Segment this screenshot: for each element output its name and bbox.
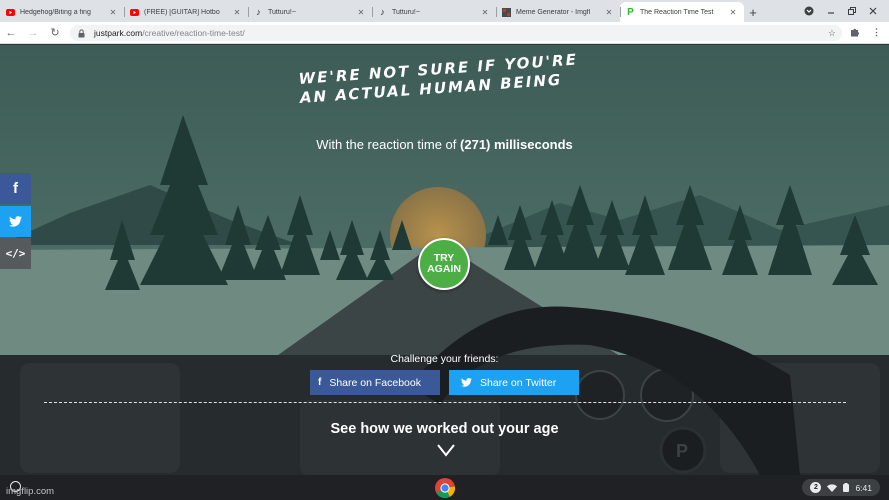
facebook-icon: f — [13, 180, 18, 197]
tab-hedgehog[interactable]: Hedgehog/Biting a fing ✕ — [0, 2, 124, 22]
embed-code-icon: </> — [5, 247, 26, 260]
side-embed-button[interactable]: </> — [0, 238, 31, 269]
tab-search-icon[interactable] — [804, 6, 814, 16]
side-facebook-button[interactable]: f — [0, 173, 31, 204]
status-tray[interactable]: 2 6:41 — [802, 479, 880, 496]
tab-meme-generator[interactable]: Meme Generator - Imgfl ✕ — [496, 2, 620, 22]
challenge-label: Challenge your friends: — [390, 353, 499, 365]
window-controls — [804, 0, 889, 22]
facebook-icon: f — [318, 377, 322, 388]
try-again-button[interactable]: TRY AGAIN — [418, 238, 470, 290]
twitter-icon — [9, 216, 22, 227]
tab-reaction-time-test[interactable]: P The Reaction Time Test ✕ — [620, 2, 744, 22]
new-tab-button[interactable]: + — [744, 2, 762, 22]
close-tab-icon[interactable]: ✕ — [232, 8, 242, 17]
menu-kebab-icon[interactable]: ⋮ — [872, 27, 881, 39]
minimize-icon[interactable] — [827, 7, 835, 15]
youtube-icon — [130, 8, 139, 17]
tab-tutturu-1[interactable]: ♪ Tutturu!~ ✕ — [248, 2, 372, 22]
tab-title: Tutturu!~ — [392, 8, 420, 16]
os-shelf: imgflip.com 2 6:41 — [0, 475, 889, 500]
chevron-down-icon[interactable] — [436, 443, 456, 457]
tab-title: The Reaction Time Test — [640, 8, 714, 16]
side-twitter-button[interactable] — [0, 206, 31, 237]
share-facebook-label: Share on Facebook — [329, 376, 421, 389]
try-again-line-2: AGAIN — [427, 263, 461, 275]
imgflip-watermark: imgflip.com — [6, 486, 55, 497]
close-tab-icon[interactable]: ✕ — [604, 8, 614, 17]
forward-arrow-icon[interactable]: → — [22, 22, 44, 44]
notification-count-badge: 2 — [810, 482, 822, 493]
lock-icon[interactable] — [78, 28, 88, 38]
reaction-time-text: With the reaction time of (271) millisec… — [0, 137, 889, 152]
chrome-icon[interactable] — [434, 477, 456, 499]
close-tab-icon[interactable]: ✕ — [356, 8, 366, 17]
tab-title: Hedgehog/Biting a fing — [20, 8, 91, 16]
tab-title: Meme Generator - Imgfl — [516, 8, 591, 16]
tab-title: (FREE) [GUITAR] Hotbo — [144, 8, 220, 16]
battery-icon — [843, 483, 850, 492]
svg-text:P: P — [676, 441, 688, 461]
url-host: justpark.com — [94, 28, 143, 38]
url-path: /creative/reaction-time-test/ — [142, 28, 245, 38]
youtube-icon — [6, 8, 15, 17]
restore-icon[interactable] — [848, 7, 856, 15]
twitter-icon — [461, 378, 472, 387]
tab-tutturu-2[interactable]: ♪ Tutturu!~ ✕ — [372, 2, 496, 22]
justpark-icon: P — [627, 6, 634, 18]
reload-icon[interactable]: ↻ — [44, 22, 66, 44]
close-tab-icon[interactable]: ✕ — [480, 8, 490, 17]
clock-time: 6:41 — [855, 482, 872, 493]
extensions-puzzle-icon[interactable] — [850, 27, 860, 39]
share-facebook-button[interactable]: f Share on Facebook — [310, 370, 440, 395]
share-twitter-label: Share on Twitter — [480, 376, 557, 389]
share-twitter-button[interactable]: Share on Twitter — [449, 370, 579, 395]
reaction-time-prefix: With the reaction time of — [316, 137, 457, 152]
tab-guitar[interactable]: (FREE) [GUITAR] Hotbo ✕ — [124, 2, 248, 22]
back-arrow-icon[interactable]: ← — [0, 22, 22, 44]
tab-title: Tutturu!~ — [268, 8, 296, 16]
toolbar-actions: ⋮ — [850, 27, 881, 39]
close-tab-icon[interactable]: ✕ — [728, 8, 738, 17]
wifi-icon — [827, 483, 838, 492]
browser-toolbar: ← → ↻ justpark.com/creative/reaction-tim… — [0, 22, 889, 44]
tab-strip: Hedgehog/Biting a fing ✕ (FREE) [GUITAR]… — [0, 0, 889, 22]
music-note-icon: ♪ — [380, 7, 385, 17]
address-bar[interactable]: justpark.com/creative/reaction-time-test… — [70, 25, 842, 41]
bookmark-star-icon[interactable]: ☆ — [828, 28, 836, 39]
dashed-divider — [44, 402, 846, 403]
close-window-icon[interactable] — [869, 7, 877, 15]
reaction-time-value: (271) milliseconds — [460, 137, 573, 152]
imgflip-icon — [502, 7, 511, 17]
music-note-icon: ♪ — [256, 7, 261, 17]
reaction-test-page: P WE'RE NOT SURE IF YOU'RE AN ACTUAL HUM… — [0, 45, 889, 475]
see-how-link[interactable]: See how we worked out your age — [0, 421, 889, 437]
close-tab-icon[interactable]: ✕ — [108, 8, 118, 17]
